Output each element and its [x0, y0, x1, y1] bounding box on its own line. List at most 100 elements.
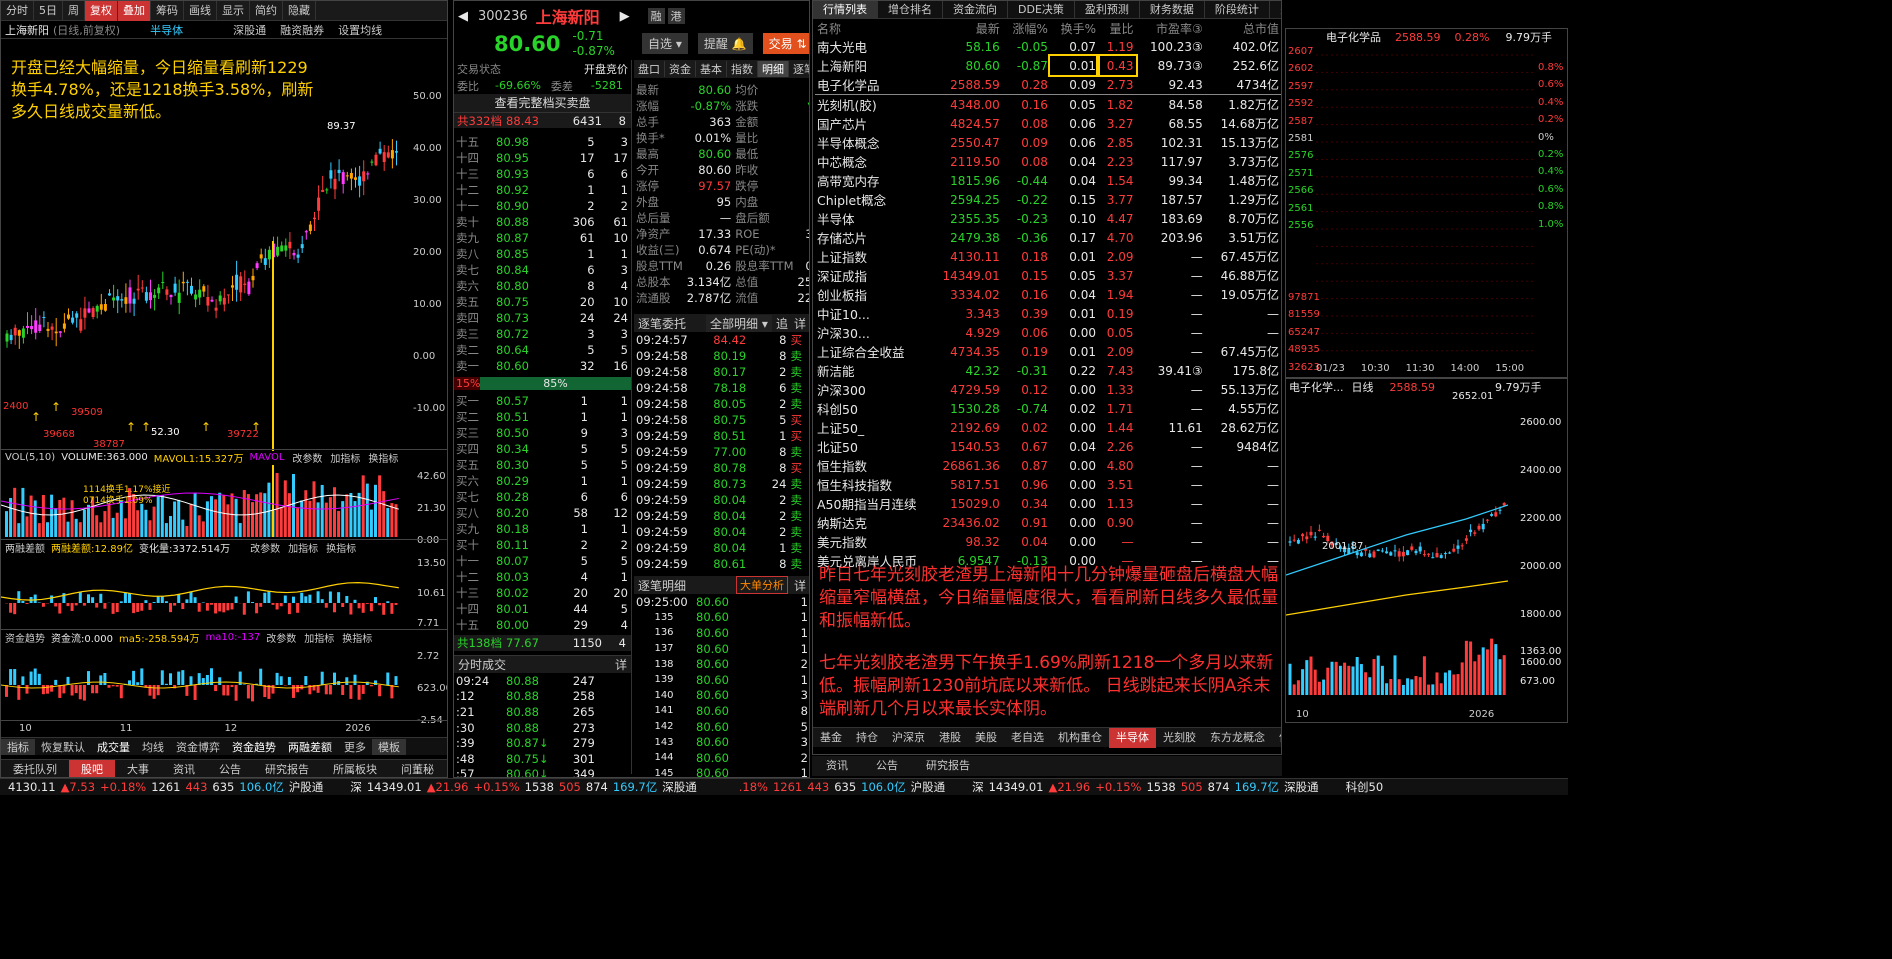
- indicator-tab-1[interactable]: 恢复默认: [35, 739, 91, 755]
- order-level-row[interactable]: 卖八 80.85 1 1: [454, 246, 630, 262]
- market-row[interactable]: 半导体 2355.35 -0.23 0.10 4.47 183.69 8.70万亿: [815, 209, 1281, 228]
- indicator-tab-2[interactable]: 成交量: [91, 739, 136, 755]
- toolbar-btn-3[interactable]: 复权: [85, 1, 118, 21]
- sector-tab-4[interactable]: 美股: [968, 728, 1004, 748]
- order-level-row[interactable]: 十二 80.03 4 1: [454, 569, 630, 585]
- market-row[interactable]: 纳斯达克 23436.02 0.91 0.00 0.90 — —: [815, 513, 1281, 532]
- left-tab-2[interactable]: 大事: [115, 760, 161, 778]
- indicator-tab-7[interactable]: 更多: [338, 739, 372, 755]
- order-level-row[interactable]: 买六 80.29 1 1: [454, 473, 630, 489]
- market-row[interactable]: 光刻机(胶) 4348.00 0.16 0.05 1.82 84.58 1.82万亿: [815, 94, 1281, 115]
- sector-tab-7[interactable]: 半导体: [1109, 727, 1156, 748]
- indicator-tab-5[interactable]: 资金趋势: [226, 739, 282, 755]
- left-tab-4[interactable]: 公告: [207, 760, 253, 778]
- vol-add-btn[interactable]: 加指标: [330, 450, 360, 465]
- market-col-header[interactable]: 量比: [1098, 19, 1136, 37]
- market-row[interactable]: 恒生指数 26861.36 0.87 0.00 4.80 — —: [815, 456, 1281, 475]
- market-col-header[interactable]: 总市值: [1205, 19, 1281, 37]
- detail-tab-4[interactable]: 明细: [758, 61, 789, 77]
- order-level-row[interactable]: 卖六 80.80 8 4: [454, 278, 630, 294]
- market-tab-4[interactable]: 盈利预测: [1075, 1, 1140, 19]
- market-row[interactable]: Chiplet概念 2594.25 -0.22 0.15 3.77 187.57 1.29万…: [815, 190, 1281, 209]
- status-left-7[interactable]: 沪股通: [289, 779, 324, 795]
- alert-button[interactable]: 提醒 🔔: [697, 33, 753, 54]
- toolbar-btn-4[interactable]: 叠加: [118, 1, 151, 21]
- fund-param-btn[interactable]: 改参数: [266, 630, 296, 645]
- left-tab-6[interactable]: 所属板块: [321, 760, 389, 778]
- left-tab-5[interactable]: 研究报告: [253, 760, 321, 778]
- detail-tab-0[interactable]: 盘口: [634, 61, 665, 77]
- order-level-row[interactable]: 十五 80.98 5 3: [454, 134, 630, 150]
- order-level-row[interactable]: 卖二 80.64 5 5: [454, 342, 630, 358]
- full-book-button[interactable]: 查看完整档买卖盘: [454, 94, 631, 112]
- indicator-tab-3[interactable]: 均线: [136, 739, 170, 755]
- status-right-14[interactable]: 深股通: [1284, 779, 1319, 795]
- sector-tab-1[interactable]: 持仓: [849, 728, 885, 748]
- market-tab-3[interactable]: DDE决策: [1008, 1, 1075, 19]
- detail-tab-5[interactable]: 逐笔: [789, 61, 809, 77]
- market-col-header[interactable]: 换手%: [1050, 19, 1098, 37]
- market-row[interactable]: 新洁能 42.32 -0.31 0.22 7.43 39.41③ 175.8亿: [815, 361, 1281, 380]
- left-tab-3[interactable]: 资讯: [161, 760, 207, 778]
- order-level-row[interactable]: 买二 80.51 1 1: [454, 409, 630, 425]
- watchlist-button[interactable]: 自选 ▾: [642, 33, 688, 54]
- indicator-tab-6[interactable]: 两融差额: [282, 739, 338, 755]
- vol-switch-btn[interactable]: 换指标: [368, 450, 398, 465]
- toolbar-btn-2[interactable]: 周: [63, 1, 85, 21]
- left-tab-1[interactable]: 股吧: [69, 759, 115, 777]
- sector-tab-2[interactable]: 沪深京: [885, 728, 932, 748]
- order-level-row[interactable]: 十一 80.90 2 2: [454, 198, 630, 214]
- order-level-row[interactable]: 买九 80.18 1 1: [454, 521, 630, 537]
- toolbar-btn-5[interactable]: 筹码: [151, 1, 184, 21]
- market-col-header[interactable]: 最新: [927, 19, 1002, 37]
- market-row[interactable]: 恒生科技指数 5817.51 0.96 0.00 3.51 — —: [815, 475, 1281, 494]
- sector-tab-8[interactable]: 光刻胶: [1156, 728, 1203, 748]
- market-row[interactable]: 上证综合全收益 4734.35 0.19 0.01 2.09 — 67.45万亿: [815, 342, 1281, 361]
- market-row[interactable]: 电子化学品 2588.59 0.28 0.09 2.73 92.43 4734亿: [815, 75, 1281, 95]
- market-row[interactable]: 中证10... 3.343 0.39 0.01 0.19 — —: [815, 304, 1281, 323]
- link-hk[interactable]: 深股通: [233, 22, 266, 38]
- order-level-row[interactable]: 卖十 80.88 306 61: [454, 214, 630, 230]
- toolbar-btn-8[interactable]: 简约: [250, 1, 283, 21]
- indicator-tab-4[interactable]: 资金博弈: [170, 739, 226, 755]
- market-row[interactable]: 创业板指 3334.02 0.16 0.04 1.94 — 19.05万亿: [815, 285, 1281, 304]
- market-tab-1[interactable]: 增仓排名: [878, 1, 943, 19]
- order-level-row[interactable]: 买十 80.11 2 2: [454, 537, 630, 553]
- margin-switch-btn[interactable]: 换指标: [326, 540, 356, 555]
- order-level-row[interactable]: 十四 80.01 44 5: [454, 601, 630, 617]
- order-detail-btn[interactable]: 详: [794, 315, 806, 332]
- trade-detail-btn[interactable]: 详: [794, 577, 806, 594]
- market-row[interactable]: 中芯概念 2119.50 0.08 0.04 2.23 117.97 3.73万亿: [815, 152, 1281, 171]
- market-col-header[interactable]: 名称: [815, 19, 927, 37]
- status-right-15[interactable]: 科创50: [1346, 779, 1384, 795]
- sector-tab-5[interactable]: 老自选: [1004, 728, 1051, 748]
- fund-switch-btn[interactable]: 换指标: [342, 630, 372, 645]
- indicator-tab-0[interactable]: 指标: [1, 738, 35, 755]
- order-level-row[interactable]: 买一 80.57 1 1: [454, 393, 630, 409]
- detail-tab-3[interactable]: 指数: [727, 61, 758, 77]
- market-tab-5[interactable]: 财务数据: [1140, 1, 1205, 19]
- sector-tab-10[interactable]: 信息: [1272, 728, 1281, 748]
- sector-bottom-tab-2[interactable]: 研究报告: [912, 756, 984, 776]
- link-ma[interactable]: 设置均线: [338, 22, 382, 38]
- market-row[interactable]: 北证50 1540.53 0.67 0.04 2.26 — 9484亿: [815, 437, 1281, 456]
- order-level-row[interactable]: 买五 80.30 5 5: [454, 457, 630, 473]
- order-level-row[interactable]: 十二 80.92 1 1: [454, 182, 630, 198]
- order-track-btn[interactable]: 追: [776, 315, 788, 332]
- indicator-tab-8[interactable]: 模板: [372, 738, 406, 755]
- market-tab-6[interactable]: 阶段统计: [1205, 1, 1270, 19]
- toolbar-btn-6[interactable]: 画线: [184, 1, 217, 21]
- sector-tab-0[interactable]: 基金: [813, 728, 849, 748]
- order-level-row[interactable]: 十三 80.93 6 6: [454, 166, 630, 182]
- status-left-16[interactable]: 深股通: [662, 779, 697, 795]
- sector-tab-9[interactable]: 东方龙概念: [1203, 728, 1272, 748]
- market-row[interactable]: 科创50 1530.28 -0.74 0.02 1.71 — 4.55万亿: [815, 399, 1281, 418]
- market-tab-0[interactable]: 行情列表: [813, 1, 878, 19]
- toolbar-btn-9[interactable]: 隐藏: [283, 1, 316, 21]
- detail-tab-2[interactable]: 基本: [696, 61, 727, 77]
- market-col-header[interactable]: 市盈率③: [1136, 19, 1205, 37]
- market-row[interactable]: 美元指数 98.32 0.04 0.00 — — —: [815, 532, 1281, 551]
- order-level-row[interactable]: 十四 80.95 17 17: [454, 150, 630, 166]
- market-row[interactable]: 上证指数 4130.11 0.18 0.01 2.09 — 67.45万亿: [815, 247, 1281, 266]
- order-level-row[interactable]: 卖七 80.84 6 3: [454, 262, 630, 278]
